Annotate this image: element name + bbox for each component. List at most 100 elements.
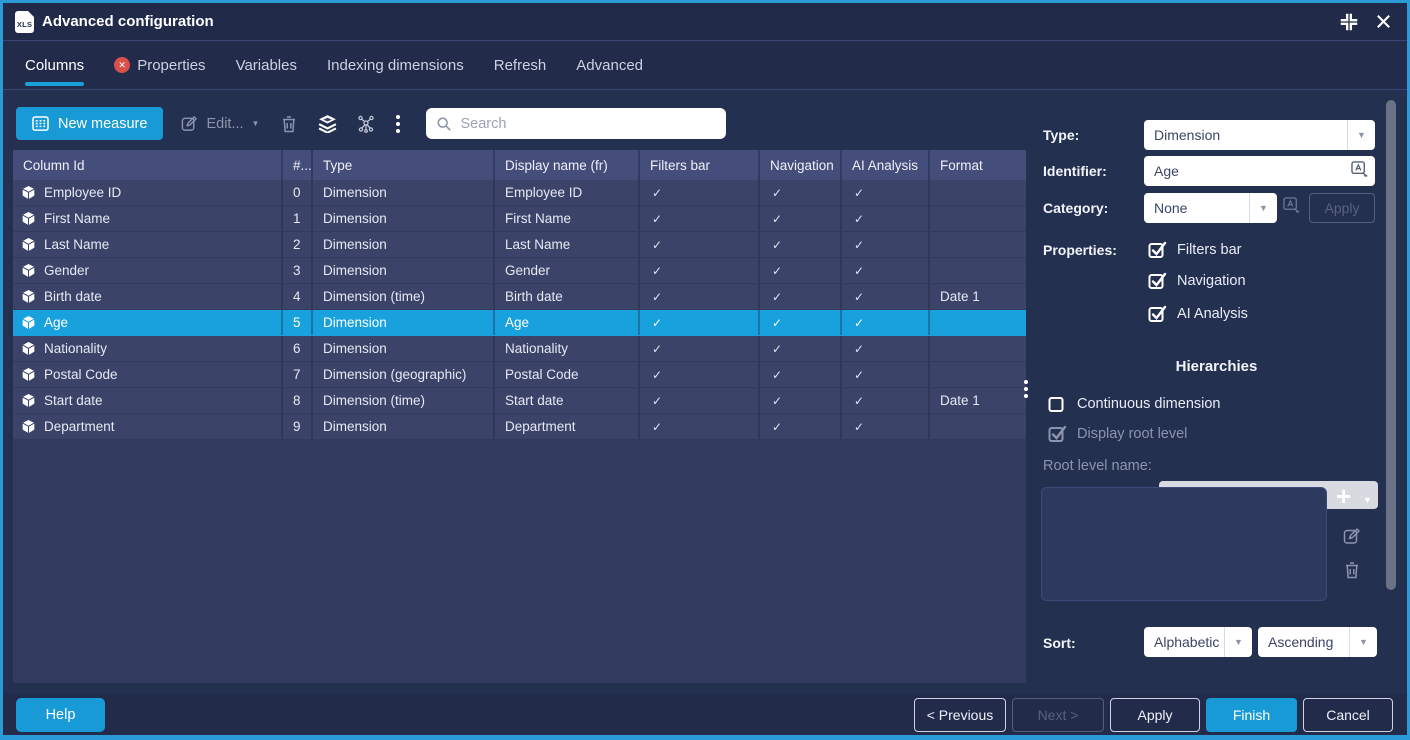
finish-button[interactable]: Finish	[1206, 698, 1297, 732]
translate-icon[interactable]	[1351, 161, 1370, 184]
category-dropdown[interactable]: None ▼	[1144, 193, 1277, 223]
type-dropdown[interactable]: Dimension ▼	[1144, 120, 1375, 150]
new-measure-button[interactable]: New measure	[16, 107, 163, 140]
next-button[interactable]: Next >	[1012, 698, 1104, 732]
cell-filters-bar: ✓	[638, 258, 758, 283]
cell-filters-bar: ✓	[638, 232, 758, 257]
table-header-row: Column Id #... Type Display name (fr) Fi…	[13, 150, 1026, 180]
cell-column-id: Nationality	[13, 336, 281, 361]
cancel-button[interactable]: Cancel	[1303, 698, 1393, 732]
cell-ai-analysis: ✓	[840, 284, 928, 309]
cell-ai-analysis: ✓	[840, 362, 928, 387]
table-row[interactable]: Postal Code 7 Dimension (geographic) Pos…	[13, 362, 1026, 388]
continuous-dimension-checkbox[interactable]: Continuous dimension	[1048, 394, 1220, 413]
cell-format	[928, 258, 1026, 283]
layers-icon[interactable]	[317, 114, 338, 133]
table-row[interactable]: Start date 8 Dimension (time) Start date…	[13, 388, 1026, 414]
table-row[interactable]: Nationality 6 Dimension Nationality ✓ ✓ …	[13, 336, 1026, 362]
advanced-configuration-dialog: XLS Advanced configuration Columns ✕ Pro…	[0, 0, 1410, 740]
tab-refresh[interactable]: Refresh	[494, 41, 547, 89]
tab-indexing-dimensions[interactable]: Indexing dimensions	[327, 41, 464, 89]
edit-button[interactable]: Edit... ▼	[181, 115, 259, 132]
table-row[interactable]: Last Name 2 Dimension Last Name ✓ ✓ ✓	[13, 232, 1026, 258]
header-display-name[interactable]: Display name (fr)	[493, 150, 638, 180]
properties-label: Properties:	[1043, 242, 1117, 258]
tab-columns[interactable]: Columns	[25, 41, 84, 89]
cell-display-name: Nationality	[493, 336, 638, 361]
dialog-title: Advanced configuration	[42, 13, 214, 30]
cell-display-name: Start date	[493, 388, 638, 413]
cell-display-name: Postal Code	[493, 362, 638, 387]
new-measure-label: New measure	[58, 116, 147, 132]
header-navigation[interactable]: Navigation	[758, 150, 840, 180]
add-hierarchy-icon[interactable]: +	[1336, 486, 1351, 506]
add-hierarchy-caret-icon[interactable]: ▼	[1363, 495, 1372, 505]
property-ai-analysis[interactable]: AI Analysis	[1148, 304, 1248, 323]
tab-variables[interactable]: Variables	[236, 41, 297, 89]
cell-navigation: ✓	[758, 232, 840, 257]
table-row-selected[interactable]: Age 5 Dimension Age ✓ ✓ ✓	[13, 310, 1026, 336]
table-row[interactable]: Gender 3 Dimension Gender ✓ ✓ ✓	[13, 258, 1026, 284]
header-ai-analysis[interactable]: AI Analysis	[840, 150, 928, 180]
cell-filters-bar: ✓	[638, 388, 758, 413]
columns-table: Column Id #... Type Display name (fr) Fi…	[13, 150, 1026, 683]
dimension-cube-icon	[21, 237, 36, 252]
sort-mode-dropdown[interactable]: Alphabetic ▼	[1144, 627, 1252, 657]
checkbox-checked-icon	[1148, 240, 1168, 259]
more-options-kebab-icon[interactable]	[396, 115, 400, 133]
header-index[interactable]: #...	[281, 150, 311, 180]
property-navigation[interactable]: Navigation	[1148, 271, 1246, 290]
cell-navigation: ✓	[758, 310, 840, 335]
table-row[interactable]: Employee ID 0 Dimension Employee ID ✓ ✓ …	[13, 180, 1026, 206]
table-row[interactable]: Birth date 4 Dimension (time) Birth date…	[13, 284, 1026, 310]
cell-format	[928, 414, 1026, 439]
edit-hierarchy-icon[interactable]	[1343, 527, 1361, 550]
search-input[interactable]	[460, 116, 716, 132]
cell-column-id: First Name	[13, 206, 281, 231]
delete-hierarchy-icon[interactable]	[1344, 561, 1360, 584]
tab-advanced-label: Advanced	[576, 57, 643, 74]
header-filters-bar[interactable]: Filters bar	[638, 150, 758, 180]
panel-scrollbar[interactable]	[1386, 100, 1396, 590]
hierarchy-network-icon[interactable]	[356, 114, 376, 134]
header-type[interactable]: Type	[311, 150, 493, 180]
identifier-input[interactable]	[1144, 163, 1375, 179]
table-row[interactable]: First Name 1 Dimension First Name ✓ ✓ ✓	[13, 206, 1026, 232]
cell-format	[928, 206, 1026, 231]
header-column-id[interactable]: Column Id	[13, 150, 281, 180]
table-row[interactable]: Department 9 Dimension Department ✓ ✓ ✓	[13, 414, 1026, 440]
tab-refresh-label: Refresh	[494, 57, 547, 74]
tab-properties[interactable]: ✕ Properties	[114, 41, 205, 89]
category-translate-icon	[1283, 197, 1302, 220]
header-format[interactable]: Format	[928, 150, 1026, 180]
property-filters-bar[interactable]: Filters bar	[1148, 240, 1241, 259]
compress-window-icon[interactable]	[1338, 11, 1360, 33]
dimension-cube-icon	[21, 419, 36, 434]
cell-filters-bar: ✓	[638, 284, 758, 309]
identifier-label: Identifier:	[1043, 163, 1107, 179]
hierarchies-list[interactable]	[1041, 487, 1327, 601]
cell-navigation: ✓	[758, 206, 840, 231]
close-icon[interactable]	[1374, 12, 1393, 31]
category-apply-button[interactable]: Apply	[1309, 193, 1375, 223]
cell-navigation: ✓	[758, 414, 840, 439]
dimension-cube-icon	[21, 263, 36, 278]
cell-column-id: Last Name	[13, 232, 281, 257]
previous-button[interactable]: < Previous	[914, 698, 1006, 732]
cell-ai-analysis: ✓	[840, 180, 928, 205]
delete-icon[interactable]	[281, 115, 297, 133]
help-button[interactable]: Help	[16, 698, 105, 732]
cell-column-id: Gender	[13, 258, 281, 283]
xls-file-icon: XLS	[15, 11, 34, 33]
cell-ai-analysis: ✓	[840, 336, 928, 361]
property-ai-analysis-label: AI Analysis	[1177, 306, 1248, 322]
cell-display-name: Department	[493, 414, 638, 439]
sort-order-dropdown[interactable]: Ascending ▼	[1258, 627, 1377, 657]
apply-button[interactable]: Apply	[1110, 698, 1200, 732]
edit-pencil-icon	[181, 115, 198, 132]
cell-filters-bar: ✓	[638, 336, 758, 361]
cell-column-id: Department	[13, 414, 281, 439]
cell-filters-bar: ✓	[638, 310, 758, 335]
tab-advanced[interactable]: Advanced	[576, 41, 643, 89]
edit-dropdown-caret-icon[interactable]: ▼	[252, 120, 260, 128]
